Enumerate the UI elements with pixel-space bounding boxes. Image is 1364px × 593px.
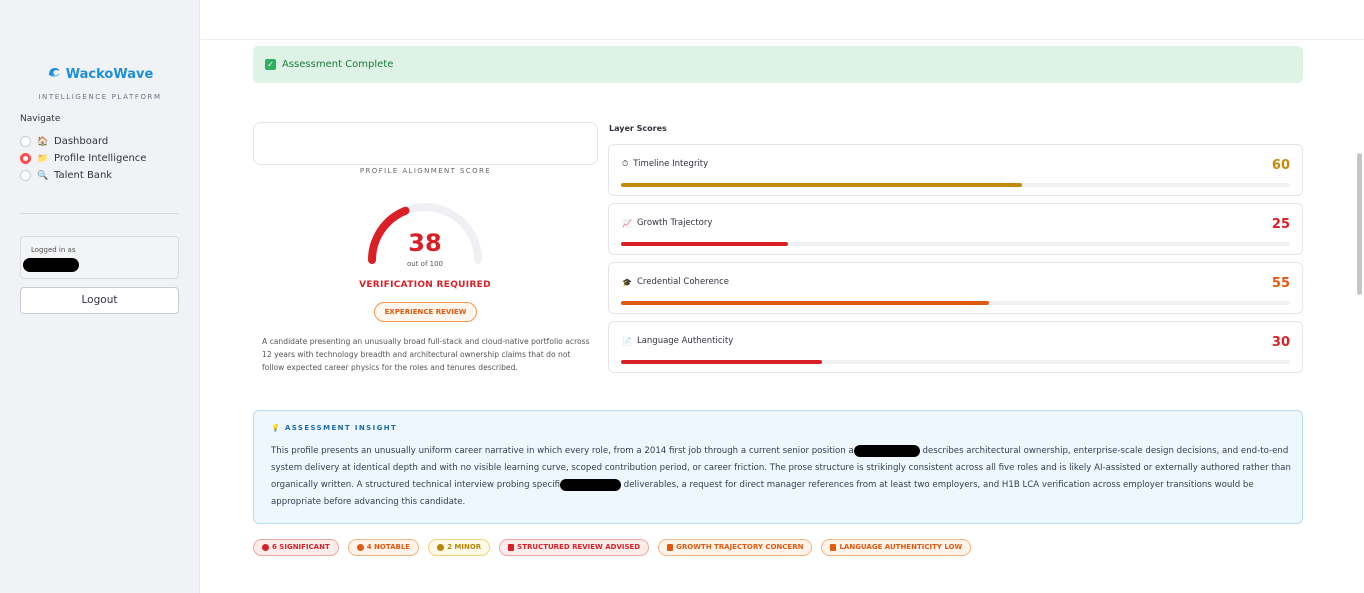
layer-bar-track <box>621 183 1290 187</box>
score-out-of: out of 100 <box>406 260 444 268</box>
header-divider <box>201 39 1364 40</box>
nav-label-talent-bank: Talent Bank <box>54 170 113 181</box>
layer-bar-fill <box>621 301 989 305</box>
redacted-text <box>560 478 622 491</box>
layer-label: Growth Trajectory <box>636 218 713 228</box>
insight-text-part-1: This profile presents an unusually unifo… <box>271 446 854 456</box>
layer-score: 55 <box>1271 276 1290 291</box>
score-header-card <box>253 122 598 165</box>
clipboard-icon <box>508 544 515 551</box>
success-alert: ✓ Assessment Complete <box>253 46 1303 83</box>
experience-review-badge: EXPERIENCE REVIEW <box>374 302 477 322</box>
clock-icon: ⏱ <box>622 159 629 168</box>
graduation-cap-icon: 🎓 <box>622 277 632 287</box>
score-label: PROFILE ALIGNMENT SCORE <box>359 167 492 175</box>
flag-tags: 6 SIGNIFICANT 4 NOTABLE 2 MINOR STRUCTURED … <box>253 539 972 556</box>
radio-profile-intelligence[interactable] <box>20 153 31 164</box>
flag-tag: LANGUAGE AUTHENTICITY LOW <box>821 539 972 556</box>
nav-radio-group: 🏠 Dashboard 📁 Profile Intelligence 🔍 Tal… <box>20 133 146 184</box>
layer-bar-fill <box>621 183 1023 187</box>
flag-tag: STRUCTURED REVIEW ADVISED <box>499 539 650 556</box>
brand-title: WackoWave <box>65 66 154 82</box>
document-icon: 📄 <box>622 336 632 346</box>
layer-card-language-authenticity: 📄 Language Authenticity 30 <box>608 321 1303 373</box>
redacted-username <box>23 258 79 272</box>
score-value: 38 <box>408 229 442 257</box>
flag-tag-label: 2 MINOR <box>447 543 482 551</box>
radio-talent-bank[interactable] <box>20 170 31 181</box>
logged-in-label: Logged in as <box>31 246 76 254</box>
redacted-company <box>853 444 920 457</box>
layer-bar-track <box>621 301 1290 305</box>
document-icon <box>830 544 837 551</box>
folder-icon: 📁 <box>37 153 49 164</box>
house-icon: 🏠 <box>37 136 49 147</box>
candidate-description: A candidate presenting an unusually broa… <box>262 337 590 372</box>
sidebar: WackoWave INTELLIGENCE PLATFORM Navigate… <box>0 0 200 593</box>
magnifier-icon: 🔍 <box>37 170 49 181</box>
layer-score: 30 <box>1271 335 1290 350</box>
assessment-insight-panel: 💡 ASSESSMENT INSIGHT This profile presen… <box>253 410 1303 524</box>
brand: WackoWave INTELLIGENCE PLATFORM <box>0 64 200 102</box>
flag-tag-label: STRUCTURED REVIEW ADVISED <box>517 543 641 551</box>
flag-tag-label: LANGUAGE AUTHENTICITY LOW <box>839 543 963 551</box>
wave-logo-icon <box>47 65 61 83</box>
flag-tag-label: GROWTH TRAJECTORY CONCERN <box>676 543 804 551</box>
layer-card-credential-coherence: 🎓 Credential Coherence 55 <box>608 262 1303 314</box>
layer-score: 25 <box>1271 217 1290 232</box>
layer-bar-fill <box>621 242 789 246</box>
score-verdict: VERIFICATION REQUIRED <box>359 280 491 290</box>
nav-label-dashboard: Dashboard <box>54 136 109 147</box>
nav-item-talent-bank[interactable]: 🔍 Talent Bank <box>20 167 146 184</box>
insight-text: This profile presents an unusually unifo… <box>271 443 1291 511</box>
radio-dashboard[interactable] <box>20 136 31 147</box>
flag-tag: 4 NOTABLE <box>347 539 420 556</box>
layer-label-wrap: 🎓 Credential Coherence <box>622 277 729 287</box>
layer-label-wrap: ⏱ Timeline Integrity <box>622 159 708 169</box>
layer-label-wrap: 📈 Growth Trajectory <box>622 218 712 228</box>
layer-card-growth-trajectory: 📈 Growth Trajectory 25 <box>608 203 1303 255</box>
flag-tag-label: 4 NOTABLE <box>366 543 411 551</box>
scrollbar[interactable] <box>1357 153 1362 295</box>
layer-label-wrap: 📄 Language Authenticity <box>622 336 733 346</box>
chart-icon: 📈 <box>622 218 632 228</box>
insight-title-text: ASSESSMENT INSIGHT <box>284 424 398 432</box>
brand-subtitle: INTELLIGENCE PLATFORM <box>38 93 162 101</box>
nav-label-profile-intelligence: Profile Intelligence <box>54 153 147 164</box>
layer-card-timeline-integrity: ⏱ Timeline Integrity 60 <box>608 144 1303 196</box>
flag-tag: 2 MINOR <box>428 539 491 556</box>
lightbulb-icon: 💡 <box>271 424 282 432</box>
sidebar-divider <box>20 213 179 214</box>
layer-bar-track <box>621 360 1290 364</box>
nav-title: Navigate <box>20 114 61 124</box>
brand-name: WackoWave <box>47 65 154 83</box>
yellow-dot-icon <box>437 544 445 551</box>
red-dot-icon <box>262 544 269 551</box>
flag-tag: GROWTH TRAJECTORY CONCERN <box>658 539 813 556</box>
alert-text: Assessment Complete <box>282 59 394 70</box>
layer-label: Timeline Integrity <box>633 159 709 169</box>
flag-tag: 6 SIGNIFICANT <box>253 539 339 556</box>
layer-label: Credential Coherence <box>636 277 729 287</box>
orange-dot-icon <box>356 544 364 551</box>
session-box: Logged in as <box>20 236 179 279</box>
layer-score: 60 <box>1271 158 1290 173</box>
insight-title: 💡 ASSESSMENT INSIGHT <box>271 424 397 432</box>
layer-label: Language Authenticity <box>636 336 734 346</box>
layer-bar-track <box>621 242 1290 246</box>
chart-icon <box>667 544 674 551</box>
checkmark-icon: ✓ <box>265 59 276 70</box>
layer-bar-fill <box>621 360 822 364</box>
logout-button[interactable]: Logout <box>20 287 179 314</box>
flag-tag-label: 6 SIGNIFICANT <box>272 543 330 551</box>
nav-item-profile-intelligence[interactable]: 📁 Profile Intelligence <box>20 150 146 167</box>
layer-scores-title: Layer Scores <box>609 124 667 133</box>
nav-item-dashboard[interactable]: 🏠 Dashboard <box>20 133 146 150</box>
